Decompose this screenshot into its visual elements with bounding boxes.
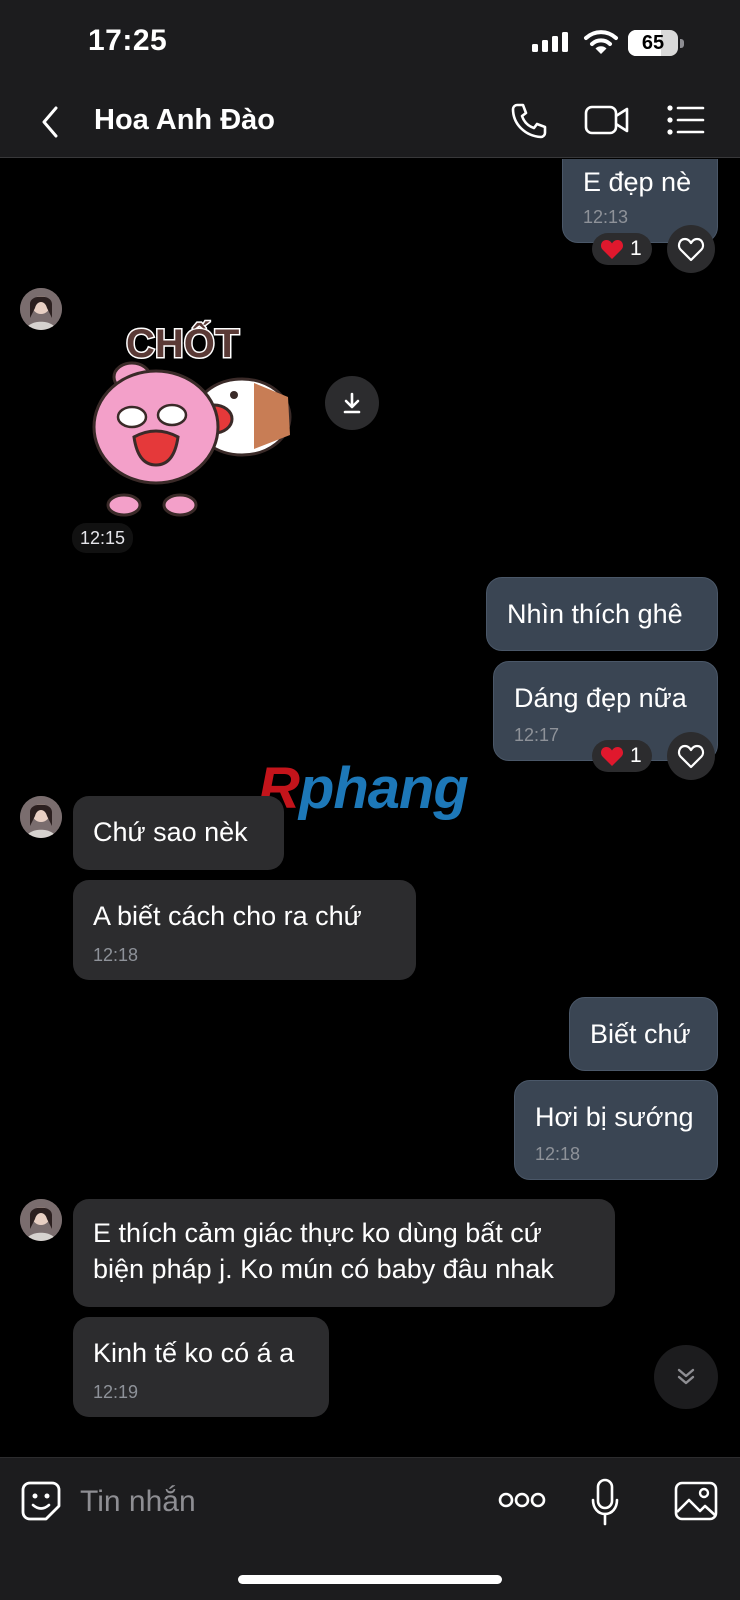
outgoing-message[interactable]: Hơi bị sướng 12:18: [514, 1080, 718, 1180]
signal-icon: [532, 32, 568, 52]
message-text: Dáng đẹp nữa: [514, 683, 687, 713]
sticker-image[interactable]: CHỐT: [84, 297, 304, 521]
outgoing-message[interactable]: Biết chứ: [569, 997, 718, 1071]
incoming-message[interactable]: Kinh tế ko có á a 12:19: [73, 1317, 329, 1417]
reaction-badge[interactable]: 1: [592, 740, 652, 772]
back-icon[interactable]: [34, 102, 70, 142]
status-time: 17:25: [88, 24, 168, 57]
message-time: 12:18: [93, 945, 139, 965]
like-button[interactable]: [667, 732, 715, 780]
contact-name[interactable]: Hoa Anh Đào: [94, 102, 275, 138]
contact-avatar[interactable]: [20, 796, 62, 838]
message-text: A biết cách cho ra chứ: [93, 901, 362, 931]
message-text: Biết chứ: [590, 1019, 691, 1049]
incoming-message[interactable]: A biết cách cho ra chứ 12:18: [73, 880, 416, 980]
heart-icon: [600, 747, 624, 766]
contact-avatar[interactable]: [20, 1199, 62, 1241]
heart-icon: [600, 240, 624, 259]
message-time: 12:19: [93, 1382, 139, 1402]
home-indicator: [238, 1575, 502, 1584]
chat-header: Hoa Anh Đào: [0, 88, 740, 158]
heart-outline-icon: [677, 237, 705, 262]
download-icon: [343, 392, 361, 414]
battery-percent: 65: [641, 32, 665, 54]
outgoing-message[interactable]: Nhìn thích ghê: [486, 577, 718, 651]
message-input[interactable]: [80, 1474, 470, 1530]
reaction-count: 1: [630, 237, 642, 260]
message-text: Kinh tế ko có á a: [93, 1338, 295, 1368]
message-text: Chứ sao nèk: [93, 817, 248, 847]
battery-icon: 65: [628, 30, 684, 56]
heart-outline-icon: [677, 744, 705, 769]
download-button[interactable]: [325, 376, 379, 430]
message-text: Hơi bị sướng: [535, 1102, 694, 1132]
chevron-down-icon: [677, 1368, 695, 1385]
phone-icon[interactable]: [508, 100, 548, 142]
incoming-message[interactable]: E thích cảm giác thực ko dùng bất cứ biệ…: [73, 1199, 615, 1307]
message-text-line: E thích cảm giác thực ko dùng bất cứ: [93, 1218, 542, 1248]
message-text-line: biện pháp j. Ko mún có baby đâu nhak: [93, 1254, 554, 1284]
message-list[interactable]: E đẹp nè 12:13 1 CHỐT 12:15 Nhìn thích g…: [0, 159, 740, 1457]
message-composer: [0, 1457, 740, 1600]
message-time: 12:15: [72, 523, 134, 553]
like-button[interactable]: [667, 225, 715, 273]
status-bar: 17:25 65: [0, 0, 740, 88]
message-time: 12:18: [535, 1144, 581, 1164]
message-time: 12:13: [583, 207, 629, 227]
menu-icon[interactable]: [666, 102, 706, 138]
contact-avatar[interactable]: [20, 288, 62, 330]
sticker-icon[interactable]: [20, 1480, 62, 1522]
reaction-badge[interactable]: 1: [592, 233, 652, 265]
watermark-logo: Rphang: [258, 756, 469, 821]
reaction-count: 1: [630, 744, 642, 767]
message-text: E đẹp nè: [583, 167, 692, 197]
image-icon[interactable]: [674, 1480, 718, 1522]
message-text: Nhìn thích ghê: [507, 599, 683, 629]
microphone-icon[interactable]: [590, 1478, 620, 1526]
sticker-text: CHỐT: [126, 320, 239, 366]
scroll-to-bottom-button[interactable]: [654, 1345, 718, 1409]
message-time: 12:17: [514, 725, 560, 745]
wifi-icon: [584, 30, 618, 54]
video-call-icon[interactable]: [584, 102, 630, 138]
more-icon[interactable]: [498, 1490, 546, 1510]
incoming-message[interactable]: Chứ sao nèk: [73, 796, 284, 870]
